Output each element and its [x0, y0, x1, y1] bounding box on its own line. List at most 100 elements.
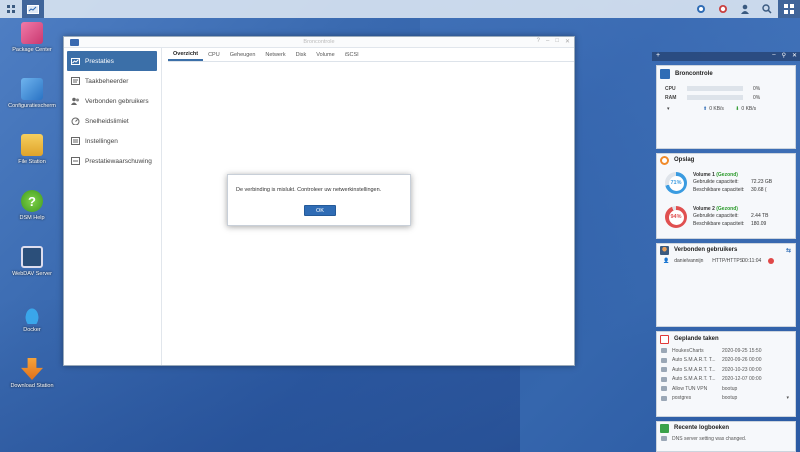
- chevron-down-icon[interactable]: ▾: [667, 106, 703, 112]
- connected-user-row: 👤 danielvannijn HTTP/HTTPS 00:11:04: [657, 256, 795, 265]
- task-icon: [71, 77, 80, 85]
- tab-netwerk[interactable]: Netwerk: [260, 49, 290, 61]
- ram-usage-bar: [687, 95, 743, 100]
- sidebar: Prestaties Taakbeheerder Verbonden gebru…: [64, 48, 162, 365]
- volume-2: 94% Volume 2 (Gezond) Gebruikte capacite…: [657, 200, 795, 234]
- chevron-down-icon[interactable]: ▾: [786, 395, 789, 401]
- sync-icon: [697, 5, 705, 13]
- download-icon: ⬇: [735, 105, 740, 112]
- cpu-percent: 0%: [753, 85, 761, 92]
- tab-volume[interactable]: Volume: [311, 49, 339, 61]
- storage-icon: [660, 155, 669, 165]
- speed-icon: [71, 117, 80, 125]
- tab-overzicht[interactable]: Overzicht: [168, 49, 204, 61]
- sync-button[interactable]: [690, 0, 712, 18]
- sidebar-item-prestaties[interactable]: Prestaties: [67, 51, 157, 71]
- download-station-icon: [21, 358, 43, 380]
- chart-icon: [71, 57, 80, 65]
- widget-connected-users: Verbonden gebruikers ⇆ 👤 danielvannijn H…: [656, 243, 796, 327]
- minimize-icon[interactable]: –: [546, 38, 549, 45]
- window-icon: [27, 4, 39, 14]
- upload-speed: 0 KB/s: [709, 105, 724, 112]
- volume-1: 71% Volume 1 (Gezond) Gebruikte capacite…: [657, 166, 795, 200]
- calendar-check-icon: [660, 334, 669, 344]
- maximize-icon[interactable]: □: [555, 38, 559, 45]
- docker-icon: [21, 302, 43, 324]
- task-icon: [661, 348, 667, 354]
- tab-disk[interactable]: Disk: [291, 49, 312, 61]
- task-row: postgres bootup ▾: [657, 394, 795, 404]
- widget-panel-header: + – ⚲ ✕: [652, 52, 800, 61]
- sidebar-item-snelheidslimiet[interactable]: Snelheidslimiet: [64, 111, 161, 131]
- desktop-icon-package-center[interactable]: Package Center: [0, 22, 64, 70]
- grid-icon: [6, 4, 15, 13]
- webdav-icon: [21, 246, 43, 268]
- sidebar-item-instellingen[interactable]: Instellingen: [64, 131, 161, 151]
- help-icon: ?: [21, 190, 43, 212]
- widget-scheduled-tasks: Geplande taken HoukesCharts 2020-09-25 15…: [656, 331, 796, 417]
- desktop-icon-download-station[interactable]: Download Station: [0, 358, 64, 406]
- desktop-icon-dsm-help[interactable]: ? DSM Help: [0, 190, 64, 238]
- log-entry-icon: [661, 436, 667, 442]
- desktop-icons: Package Center Configuratiescherm File S…: [0, 22, 64, 414]
- task-row: Allow TUN VPN bootup: [657, 384, 795, 394]
- cpu-usage-bar: [687, 86, 743, 91]
- search-button[interactable]: [756, 0, 778, 18]
- package-center-icon: [21, 22, 43, 44]
- help-icon[interactable]: ?: [537, 38, 540, 45]
- task-icon: [661, 386, 667, 392]
- widget-panel: + – ⚲ ✕ Broncontrole CPU 0% RAM 0% ▾ ⬆ 0…: [652, 52, 800, 452]
- notification-button[interactable]: [712, 0, 734, 18]
- main-menu-button[interactable]: [0, 0, 22, 18]
- resource-monitor-icon: [660, 69, 670, 79]
- desktop-icon-webdav[interactable]: WebDAV Server: [0, 246, 64, 294]
- window-titlebar[interactable]: Broncontrole ? – □ ✕: [64, 37, 574, 48]
- user-button[interactable]: [734, 0, 756, 18]
- sidebar-item-prestatiewaarschuwing[interactable]: Prestatiewaarschuwing: [64, 151, 161, 171]
- task-icon: [661, 376, 667, 382]
- user-icon: 👤: [663, 257, 670, 264]
- taskbar: [0, 0, 800, 18]
- volume-1-usage-chart: 71%: [665, 172, 687, 194]
- control-panel-icon: [21, 78, 43, 100]
- tab-cpu[interactable]: CPU: [203, 49, 225, 61]
- taskbar-window-resource-monitor[interactable]: [22, 0, 44, 18]
- pin-icon[interactable]: ⚲: [782, 52, 786, 59]
- close-icon[interactable]: ✕: [565, 38, 570, 45]
- minimize-icon[interactable]: –: [772, 52, 775, 59]
- desktop-icon-docker[interactable]: Docker: [0, 302, 64, 350]
- volume-2-usage-chart: 94%: [665, 206, 687, 228]
- users-icon: [71, 97, 80, 105]
- desktop-icon-control-panel[interactable]: Configuratiescherm: [0, 78, 64, 126]
- widget-recent-logs: Recente logboeken DNS server setting was…: [656, 421, 796, 452]
- sidebar-item-verbonden-gebruikers[interactable]: Verbonden gebruikers: [64, 91, 161, 111]
- tab-iscsi[interactable]: iSCSI: [340, 49, 364, 61]
- desktop-icon-file-station[interactable]: File Station: [0, 134, 64, 182]
- upload-icon: ⬆: [703, 105, 708, 112]
- error-dialog: De verbinding is mislukt. Controleer uw …: [227, 174, 411, 226]
- search-icon: [762, 4, 772, 14]
- task-icon: [661, 395, 667, 401]
- widget-title: Broncontrole: [675, 71, 713, 77]
- tab-geheugen[interactable]: Geheugen: [225, 49, 261, 61]
- add-widget-icon[interactable]: +: [656, 52, 660, 59]
- task-row: Auto S.M.A.R.T. T... 2020-10-23 00:00: [657, 365, 795, 375]
- task-icon: [661, 357, 667, 363]
- widgets-button[interactable]: [778, 0, 800, 18]
- task-icon: [661, 367, 667, 373]
- notification-icon: [719, 5, 727, 13]
- widget-storage: Opslag 71% Volume 1 (Gezond) Gebruikte c…: [656, 153, 796, 239]
- error-message: De verbinding is mislukt. Controleer uw …: [236, 187, 382, 193]
- refresh-icon[interactable]: ⇆: [786, 247, 791, 254]
- widgets-icon: [784, 4, 794, 14]
- ok-button[interactable]: OK: [304, 205, 336, 216]
- user-icon: [741, 4, 749, 14]
- task-row: Auto S.M.A.R.T. T... 2020-12-07 00:00: [657, 375, 795, 385]
- log-row: DNS server setting was changed.: [657, 434, 795, 444]
- close-icon[interactable]: ✕: [792, 52, 797, 59]
- widget-resource-monitor: Broncontrole CPU 0% RAM 0% ▾ ⬆ 0 KB/s ⬇ …: [656, 65, 796, 149]
- disconnect-icon[interactable]: [768, 257, 775, 264]
- tab-bar: Overzicht CPU Geheugen Netwerk Disk Volu…: [168, 48, 574, 62]
- warning-icon: [71, 157, 80, 165]
- sidebar-item-taakbeheerder[interactable]: Taakbeheerder: [64, 71, 161, 91]
